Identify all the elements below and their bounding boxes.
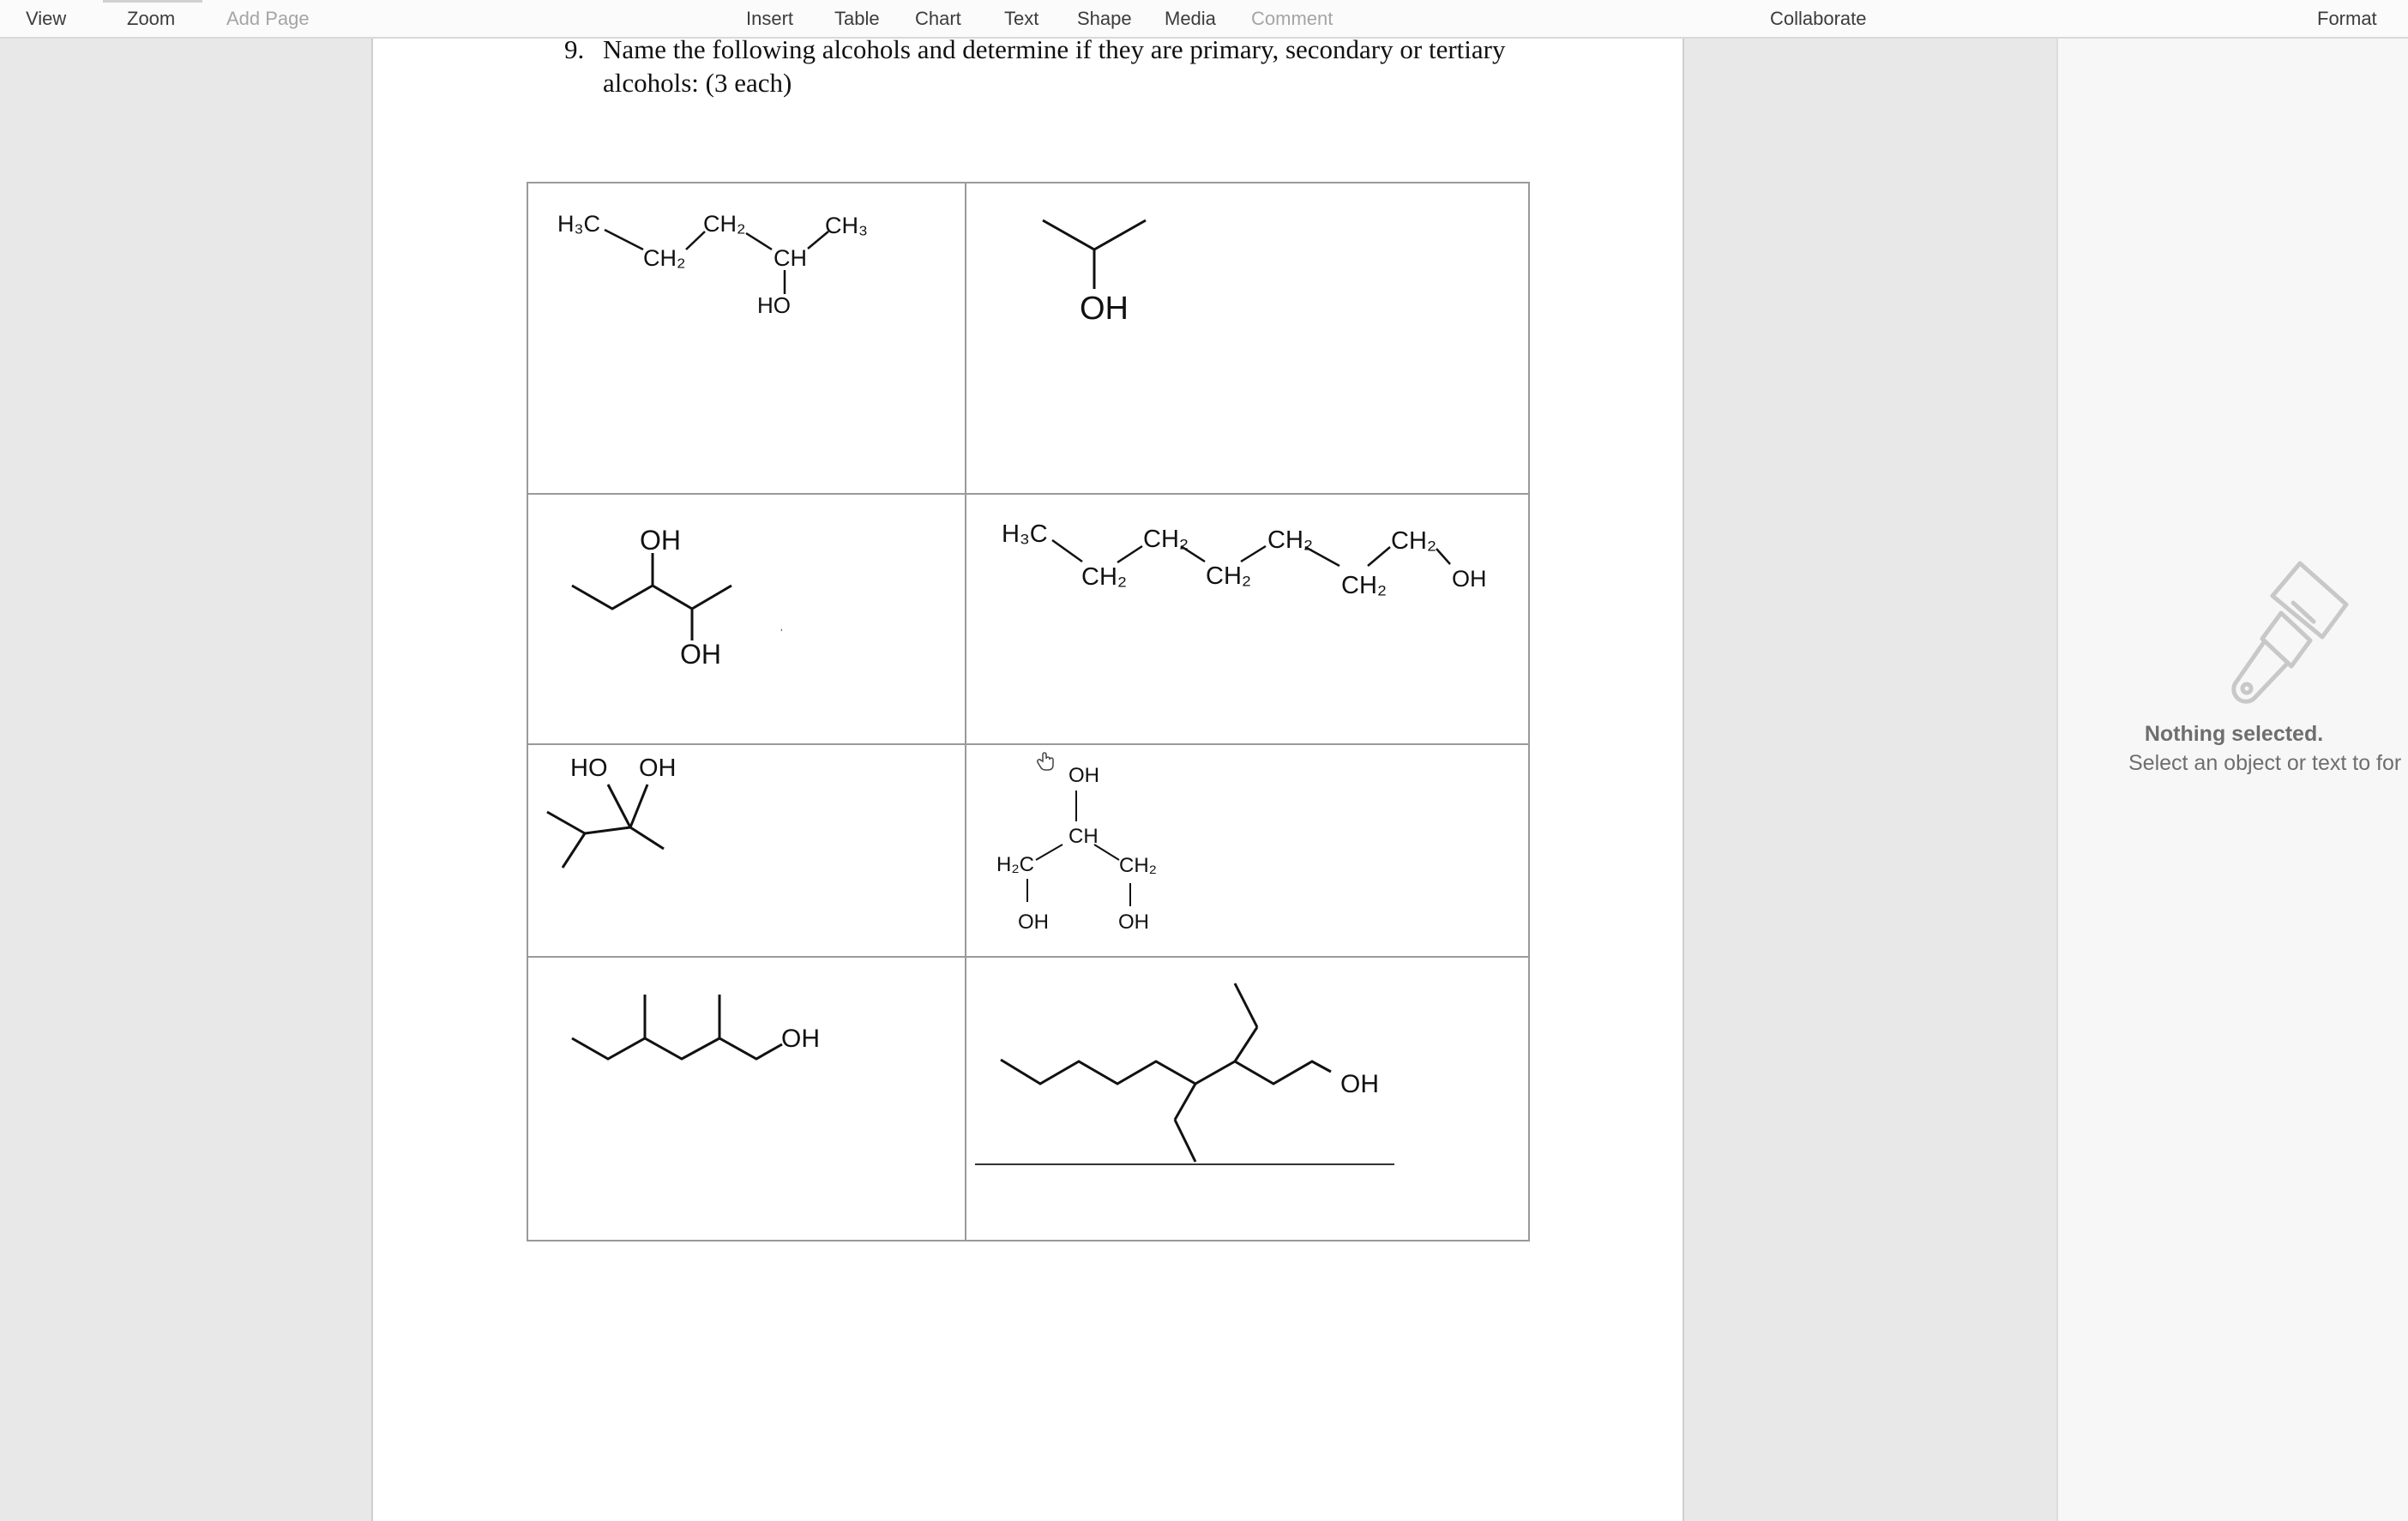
s1-ch3: CH₃	[825, 213, 868, 238]
s6-ch2: CH₂	[1119, 854, 1157, 877]
structure-5[interactable]	[546, 784, 665, 869]
s4-h3c: H₃C	[1002, 520, 1048, 548]
s4-ch2-5: CH₂	[1341, 572, 1387, 599]
s6-ch: CH	[1069, 825, 1099, 848]
structure-3[interactable]	[571, 553, 732, 640]
structure-7[interactable]	[571, 995, 783, 1061]
format-button[interactable]: Format	[2317, 7, 2377, 30]
s4-oh: OH	[1452, 566, 1487, 592]
structure-8[interactable]	[1000, 983, 1332, 1163]
s4-ch2-1: CH₂	[1081, 563, 1127, 591]
s4-ch2-3: CH₂	[1206, 562, 1251, 590]
s5-ho: HO	[570, 754, 608, 782]
s7-oh: OH	[781, 1025, 820, 1053]
s1-h3c: H₃C	[557, 211, 600, 237]
format-inspector: Nothing selected. Select an object or te…	[2056, 39, 2408, 1521]
s6-oh-left: OH	[1018, 911, 1049, 934]
s2-oh: OH	[1080, 291, 1129, 327]
s1-ch2: CH₂	[643, 245, 685, 271]
s4-ch2-2: CH₂	[1143, 526, 1189, 553]
s6-oh-right: OH	[1118, 911, 1149, 934]
s3-oh-bottom: OH	[680, 639, 721, 670]
s5-oh: OH	[639, 754, 677, 782]
inspector-hint: Select an object or text to for	[2128, 751, 2402, 775]
structures-table[interactable]: H₃C CH₂ CH₂ CH CH₃ HO OH OH OH ʿ H₃C CH₂…	[0, 0, 2056, 1521]
s6-oh-top: OH	[1069, 764, 1099, 787]
s4-ch2-4: CH₂	[1267, 526, 1313, 554]
s1-ho: HO	[757, 292, 791, 318]
paintbrush-icon	[2231, 561, 2349, 704]
hand-cursor-icon	[1037, 752, 1054, 771]
s1-ch2b: CH₂	[703, 211, 745, 237]
s3-oh-top: OH	[640, 525, 681, 556]
s4-ch2-6: CH₂	[1391, 527, 1436, 555]
s8-oh: OH	[1340, 1070, 1379, 1098]
nothing-selected-title: Nothing selected.	[2144, 722, 2324, 746]
structure-6[interactable]	[1026, 791, 1131, 906]
s3-stray-mark: ʿ	[780, 627, 784, 640]
structure-2[interactable]	[1042, 219, 1147, 289]
s1-ch: CH	[774, 245, 807, 271]
s6-h2c: H₂C	[996, 853, 1034, 876]
